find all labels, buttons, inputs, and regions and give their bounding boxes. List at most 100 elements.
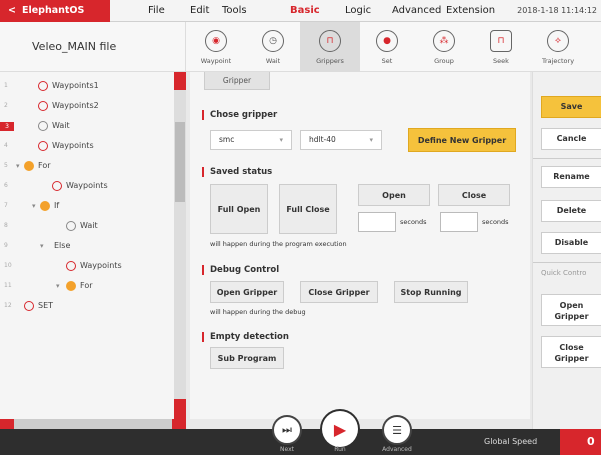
tree-item-selected[interactable]: 3 Wait: [0, 116, 174, 136]
datetime: 2018-1-18 11:14:12: [517, 6, 597, 15]
waypoint-icon: [66, 261, 76, 271]
tree-item[interactable]: 11 ▾ For: [0, 276, 174, 296]
open-gripper-button[interactable]: Open Gripper: [210, 281, 284, 303]
list-icon: ☰: [392, 423, 402, 437]
gripper-panel: Gripper Chose gripper smc ▾ hdlt-40 ▾ Defi…: [190, 72, 530, 419]
tree-item[interactable]: 9 ▾ Else: [0, 236, 174, 256]
disable-button[interactable]: Disable: [541, 232, 601, 254]
play-icon: ▶: [333, 419, 347, 439]
scroll-right-button[interactable]: [172, 419, 186, 429]
tool-label: Grippers: [316, 57, 344, 65]
clock-icon: ◷: [262, 30, 284, 52]
gripper-model-select[interactable]: hdlt-40 ▾: [300, 130, 382, 150]
scroll-up-button[interactable]: [174, 72, 186, 90]
scroll-left-button[interactable]: [0, 419, 14, 429]
line-number: 10: [4, 262, 12, 269]
tree-item[interactable]: 4 Waypoints: [0, 136, 174, 156]
waypoint-icon: ◉: [205, 30, 227, 52]
brand-back-button[interactable]: < ElephantOS: [0, 0, 110, 22]
run-button[interactable]: ▶: [322, 411, 358, 447]
cancel-button[interactable]: Cancle: [541, 128, 601, 150]
program-tree: 1 Waypoints1 2 Waypoints2 3 Wait 4 Waypo…: [0, 72, 186, 419]
tree-item-label: Waypoints2: [52, 101, 99, 110]
tree-item[interactable]: 8 Wait: [0, 216, 174, 236]
tool-label: Trajectory: [541, 57, 575, 65]
advanced-button[interactable]: ☰: [382, 415, 412, 445]
tool-set[interactable]: ● Set: [357, 22, 417, 72]
group-icon: ⁂: [433, 30, 455, 52]
divider: [533, 158, 601, 159]
gripper-type-select[interactable]: smc ▾: [210, 130, 292, 150]
delete-button[interactable]: Delete: [541, 200, 601, 222]
line-number: 12: [4, 302, 12, 309]
menu-file[interactable]: File: [148, 0, 165, 22]
section-chose-gripper: Chose gripper: [202, 110, 277, 120]
tree-vertical-scrollbar[interactable]: [174, 72, 186, 419]
tree-item-label: Waypoints: [80, 261, 122, 270]
bottom-bar: ⏭ Next ▶ Run ☰ Advanced Global Speed 0: [0, 411, 601, 455]
tree-item[interactable]: 10 Waypoints: [0, 256, 174, 276]
global-speed-label: Global Speed: [484, 437, 538, 446]
tree-item-label: Waypoints: [66, 181, 108, 190]
tool-trajectory[interactable]: ⟡ Trajectory: [528, 22, 588, 72]
next-button[interactable]: ⏭: [272, 415, 302, 445]
expand-icon[interactable]: ▾: [56, 276, 60, 296]
expand-icon[interactable]: ▾: [32, 196, 36, 216]
menu-extension[interactable]: Extension: [446, 0, 495, 22]
close-gripper-button[interactable]: Close Gripper: [300, 281, 378, 303]
quick-open-gripper-button[interactable]: Open Gripper: [541, 294, 601, 326]
scroll-down-button[interactable]: [174, 399, 186, 419]
tree-item[interactable]: 5 ▾ For: [0, 156, 174, 176]
quick-control-label: Quick Contro: [541, 269, 587, 277]
execution-note: will happen during the program execution: [210, 240, 347, 248]
tree-item[interactable]: 7 ▾ If: [0, 196, 174, 216]
stop-running-button[interactable]: Stop Running: [394, 281, 468, 303]
line-number: 2: [4, 102, 8, 109]
close-button[interactable]: Close: [438, 184, 510, 206]
tree-item[interactable]: 12 SET: [0, 296, 174, 316]
line-number: 3: [0, 122, 14, 131]
tree-item[interactable]: 2 Waypoints2: [0, 96, 174, 116]
tree-item-label: SET: [38, 301, 54, 310]
scroll-thumb[interactable]: [175, 122, 185, 202]
close-seconds-input[interactable]: [440, 212, 478, 232]
tree-horizontal-scrollbar[interactable]: [0, 419, 186, 429]
open-seconds-input[interactable]: [358, 212, 396, 232]
trajectory-icon: ⟡: [547, 30, 569, 52]
rename-button[interactable]: Rename: [541, 166, 601, 188]
tool-group[interactable]: ⁂ Group: [414, 22, 474, 72]
tree-item[interactable]: 6 Waypoints: [0, 176, 174, 196]
full-close-button[interactable]: Full Close: [279, 184, 337, 234]
menu-edit[interactable]: Edit: [190, 0, 209, 22]
tree-item-label: Wait: [80, 221, 98, 230]
section-empty-detection: Empty detection: [202, 332, 289, 342]
tool-seek[interactable]: ⊓ Seek: [471, 22, 531, 72]
full-open-button[interactable]: Full Open: [210, 184, 268, 234]
line-number: 11: [4, 282, 12, 289]
seek-icon: ⊓: [490, 30, 512, 52]
sub-program-button[interactable]: Sub Program: [210, 347, 284, 369]
line-number: 9: [4, 242, 8, 249]
select-value: smc: [219, 135, 235, 144]
tab-gripper[interactable]: Gripper: [204, 72, 270, 90]
expand-icon[interactable]: ▾: [40, 236, 44, 256]
expand-icon[interactable]: ▾: [16, 156, 20, 176]
menu-tools[interactable]: Tools: [222, 0, 247, 22]
line-number: 7: [4, 202, 8, 209]
menu-basic[interactable]: Basic: [290, 0, 320, 22]
menu-logic[interactable]: Logic: [345, 0, 371, 22]
tool-waypoint[interactable]: ◉ Waypoint: [186, 22, 246, 72]
file-title: Veleo_MAIN file: [0, 22, 186, 72]
tool-grippers[interactable]: ⊓ Grippers: [300, 22, 360, 72]
define-new-gripper-button[interactable]: Define New Gripper: [408, 128, 516, 152]
select-value: hdlt-40: [309, 135, 336, 144]
global-speed-value[interactable]: 0: [560, 429, 601, 455]
tree-item-label: For: [80, 281, 93, 290]
open-button[interactable]: Open: [358, 184, 430, 206]
tree-item[interactable]: 1 Waypoints1: [0, 76, 174, 96]
quick-close-gripper-button[interactable]: Close Gripper: [541, 336, 601, 368]
save-button[interactable]: Save: [541, 96, 601, 118]
tool-wait[interactable]: ◷ Wait: [243, 22, 303, 72]
tree-item-label: Wait: [52, 121, 70, 130]
menu-advanced[interactable]: Advanced: [392, 0, 441, 22]
